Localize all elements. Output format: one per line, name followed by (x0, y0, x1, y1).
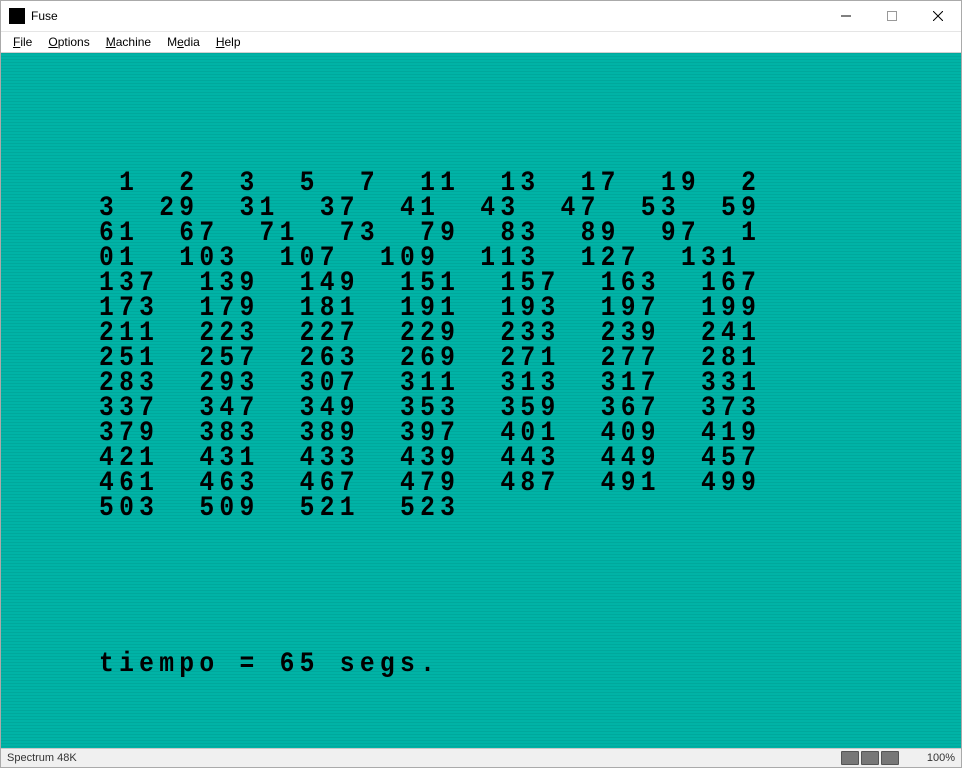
status-icons (841, 751, 899, 765)
status-speed: 100% (927, 752, 955, 764)
spectrum-screen: 1 2 3 5 7 11 13 17 19 23 29 31 37 41 43 … (1, 53, 961, 748)
close-button[interactable] (915, 1, 961, 31)
maximize-button[interactable] (869, 1, 915, 31)
minimize-icon (841, 11, 851, 21)
menu-machine[interactable]: Machine (98, 33, 159, 51)
maximize-icon (887, 11, 897, 21)
timing-output: tiempo = 65 segs. (99, 649, 440, 680)
menubar: File Options Machine Media Help (1, 32, 961, 53)
menu-help[interactable]: Help (208, 33, 249, 51)
statusbar: Spectrum 48K 100% (1, 748, 961, 767)
primes-output: 1 2 3 5 7 11 13 17 19 23 29 31 37 41 43 … (99, 171, 771, 521)
tape-icon (861, 751, 879, 765)
fuse-app-icon (9, 8, 25, 24)
disk-icon (841, 751, 859, 765)
titlebar: Fuse (1, 1, 961, 32)
minimize-button[interactable] (823, 1, 869, 31)
menu-options[interactable]: Options (40, 33, 97, 51)
window-title: Fuse (31, 9, 58, 23)
app-window: Fuse File Options Machine Media Help 1 2… (0, 0, 962, 768)
mdr-icon (881, 751, 899, 765)
status-machine: Spectrum 48K (7, 752, 77, 764)
close-icon (933, 11, 943, 21)
emulator-display[interactable]: 1 2 3 5 7 11 13 17 19 23 29 31 37 41 43 … (1, 53, 961, 748)
menu-file[interactable]: File (5, 33, 40, 51)
menu-media[interactable]: Media (159, 33, 208, 51)
